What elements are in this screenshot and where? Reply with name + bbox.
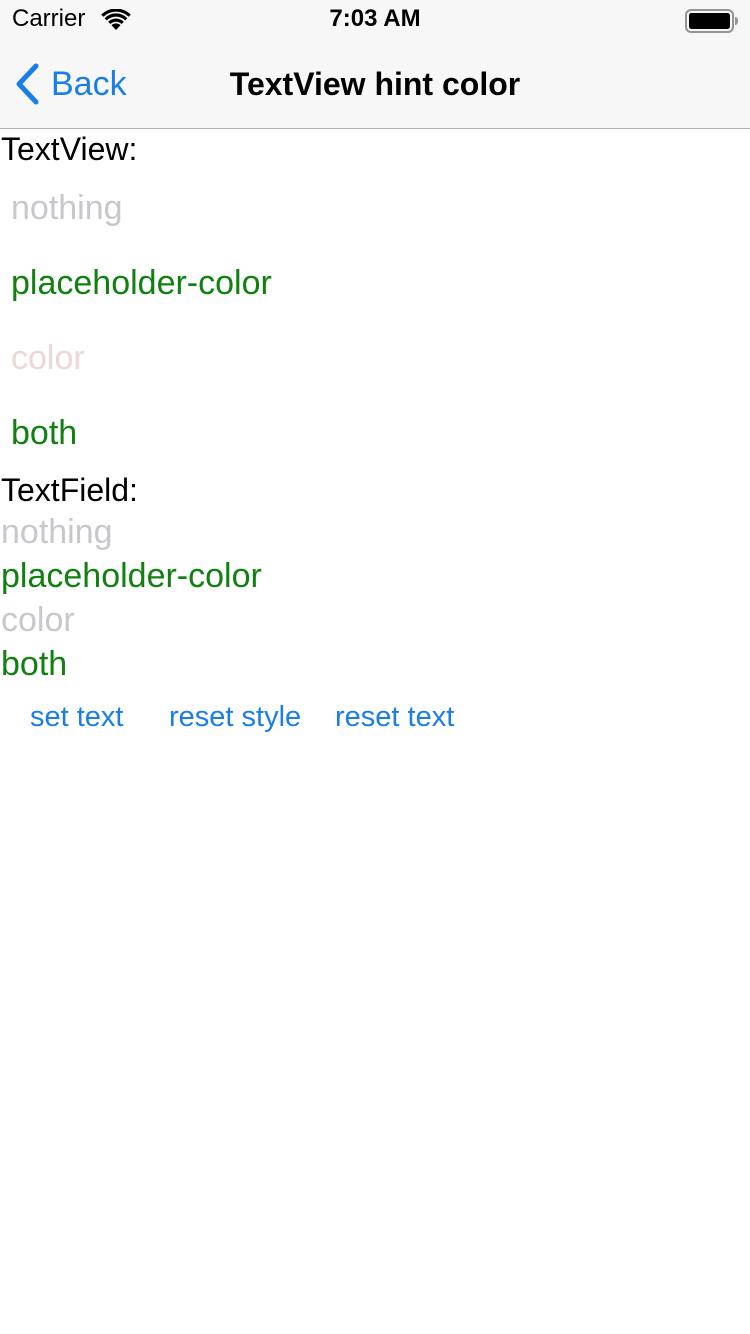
- battery-icon: [685, 9, 738, 33]
- textfield-both[interactable]: both: [1, 642, 67, 686]
- textfield-section-label: TextField:: [1, 472, 138, 508]
- textview-nothing[interactable]: nothing: [11, 186, 123, 230]
- textfield-placeholder-color[interactable]: placeholder-color: [1, 554, 262, 598]
- screen: Carrier 7:03 AM Back TextView hint color…: [0, 0, 750, 1334]
- reset-text-button[interactable]: reset text: [335, 697, 454, 737]
- textfield-nothing[interactable]: nothing: [1, 510, 113, 554]
- status-bar: Carrier 7:03 AM: [0, 0, 750, 40]
- page-title: TextView hint color: [229, 66, 521, 102]
- textview-color[interactable]: color: [11, 336, 85, 380]
- clock: 7:03 AM: [329, 5, 421, 32]
- textfield-color[interactable]: color: [1, 598, 75, 642]
- set-text-button[interactable]: set text: [30, 697, 124, 737]
- textview-section-label: TextView:: [1, 131, 138, 167]
- reset-style-button[interactable]: reset style: [169, 697, 301, 737]
- navigation-bar: Back TextView hint color: [0, 40, 750, 128]
- textview-both[interactable]: both: [11, 411, 77, 455]
- textview-placeholder-color[interactable]: placeholder-color: [11, 261, 272, 305]
